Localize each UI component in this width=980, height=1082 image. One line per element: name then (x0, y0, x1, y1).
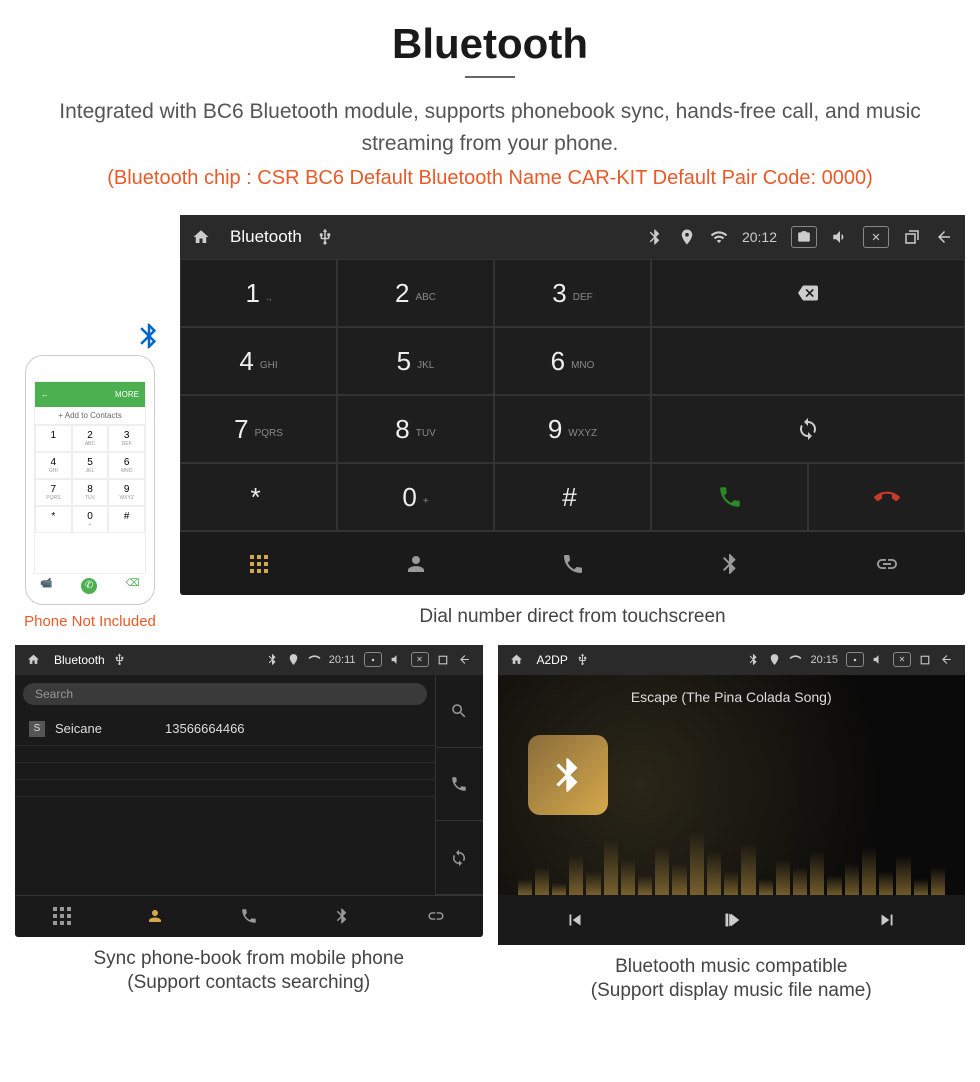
status-bar: Bluetooth 20:12 ✕ (180, 215, 965, 259)
recent-apps-icon[interactable] (919, 653, 932, 666)
statusbar-title: A2DP (537, 653, 568, 667)
nav-contacts[interactable] (337, 531, 494, 595)
home-icon[interactable] (510, 653, 523, 666)
close-app-icon[interactable]: ✕ (863, 226, 889, 248)
bluetooth-signal-icon (134, 321, 164, 359)
contact-row[interactable]: S Seicane 13566664466 (15, 713, 435, 746)
dial-key-6[interactable]: 6MNO (494, 327, 651, 395)
close-app-icon[interactable]: ✕ (411, 652, 429, 667)
album-art-icon (528, 735, 608, 815)
nav-dialpad[interactable] (180, 531, 337, 595)
call-button[interactable] (651, 463, 808, 531)
statusbar-title: Bluetooth (230, 227, 302, 247)
dial-key-2[interactable]: 2ABC (337, 259, 494, 327)
subtitle-text: Integrated with BC6 Bluetooth module, su… (0, 96, 980, 159)
specs-text: (Bluetooth chip : CSR BC6 Default Blueto… (0, 167, 980, 190)
clock-time: 20:12 (742, 229, 777, 245)
dial-pad: 1.,2ABC3DEF 4GHI5JKL6MNO 7PQRS8TUV9WXYZ *0+… (180, 259, 965, 531)
close-app-icon[interactable]: ✕ (893, 652, 911, 667)
nav-bluetooth[interactable] (651, 531, 808, 595)
bluetooth-icon (747, 653, 760, 666)
usb-icon (113, 653, 126, 666)
nav-pair[interactable] (808, 531, 965, 595)
home-icon[interactable] (192, 228, 210, 246)
location-icon (678, 228, 696, 246)
usb-icon (576, 653, 589, 666)
nav-calllog[interactable] (202, 895, 296, 937)
recent-apps-icon[interactable] (437, 653, 450, 666)
dial-key-8[interactable]: 8TUV (337, 395, 494, 463)
sync-button[interactable] (436, 821, 483, 894)
title-divider (465, 76, 515, 78)
page-title: Bluetooth (0, 20, 980, 68)
hangup-button[interactable] (808, 463, 965, 531)
volume-icon[interactable] (872, 653, 885, 666)
contacts-screen: Bluetooth 20:11 ✕ Search S Seicane (15, 645, 483, 937)
wifi-icon (710, 228, 728, 246)
contact-row-empty (15, 763, 435, 780)
camera-icon[interactable] (364, 652, 382, 667)
call-button[interactable] (436, 748, 483, 821)
backspace-button[interactable] (651, 259, 965, 327)
camera-icon[interactable] (791, 226, 817, 248)
dial-key-7[interactable]: 7PQRS (180, 395, 337, 463)
dial-key-9[interactable]: 9WXYZ (494, 395, 651, 463)
nav-contacts[interactable] (109, 895, 203, 937)
volume-icon[interactable] (390, 653, 403, 666)
recent-apps-icon[interactable] (903, 228, 921, 246)
dial-key-0[interactable]: 0+ (337, 463, 494, 531)
song-title: Escape (The Pina Colada Song) (631, 689, 832, 705)
dial-key-4[interactable]: 4GHI (180, 327, 337, 395)
bluetooth-icon (266, 653, 279, 666)
back-icon[interactable] (940, 653, 953, 666)
bluetooth-icon (646, 228, 664, 246)
prev-button[interactable] (498, 895, 654, 945)
contact-row-empty (15, 746, 435, 763)
dialer-caption: Dial number direct from touchscreen (180, 605, 965, 630)
next-button[interactable] (809, 895, 965, 945)
back-icon[interactable] (935, 228, 953, 246)
volume-icon[interactable] (831, 228, 849, 246)
usb-icon (316, 228, 334, 246)
clock-time: 20:11 (329, 654, 356, 666)
home-icon[interactable] (27, 653, 40, 666)
wifi-icon (308, 653, 321, 666)
equalizer-viz (498, 815, 966, 895)
wifi-icon (789, 653, 802, 666)
phone-mockup: ←MORE + Add to Contacts 12ABC3DEF4GHI5JK… (25, 355, 155, 605)
phone-caption: Phone Not Included (15, 613, 165, 630)
search-input[interactable]: Search (23, 683, 427, 705)
nav-pair[interactable] (389, 895, 483, 937)
redial-button[interactable] (651, 395, 965, 463)
contact-row-empty (15, 780, 435, 797)
location-icon (768, 653, 781, 666)
contact-number: 13566664466 (165, 721, 245, 736)
location-icon (287, 653, 300, 666)
camera-icon[interactable] (846, 652, 864, 667)
dial-key-5[interactable]: 5JKL (337, 327, 494, 395)
dial-key-#[interactable]: # (494, 463, 651, 531)
dial-key-*[interactable]: * (180, 463, 337, 531)
contact-badge: S (29, 721, 45, 737)
back-icon[interactable] (458, 653, 471, 666)
dial-key-1[interactable]: 1., (180, 259, 337, 327)
clock-time: 20:15 (810, 654, 838, 666)
contacts-caption: Sync phone-book from mobile phone(Suppor… (15, 947, 483, 996)
nav-dialpad[interactable] (15, 895, 109, 937)
music-screen: A2DP 20:15 ✕ Escape (The Pina Colada Son… (498, 645, 966, 945)
empty-cell (651, 327, 965, 395)
bottom-nav (180, 531, 965, 595)
statusbar-title: Bluetooth (54, 653, 105, 667)
dialer-screen: Bluetooth 20:12 ✕ 1.,2ABC3DEF 4GHI5JKL6MN… (180, 215, 965, 595)
dial-key-3[interactable]: 3DEF (494, 259, 651, 327)
contact-name: Seicane (55, 721, 155, 736)
nav-bluetooth[interactable] (296, 895, 390, 937)
play-pause-button[interactable] (653, 895, 809, 945)
nav-calllog[interactable] (494, 531, 651, 595)
search-button[interactable] (436, 675, 483, 748)
music-caption: Bluetooth music compatible(Support displ… (498, 955, 966, 1004)
